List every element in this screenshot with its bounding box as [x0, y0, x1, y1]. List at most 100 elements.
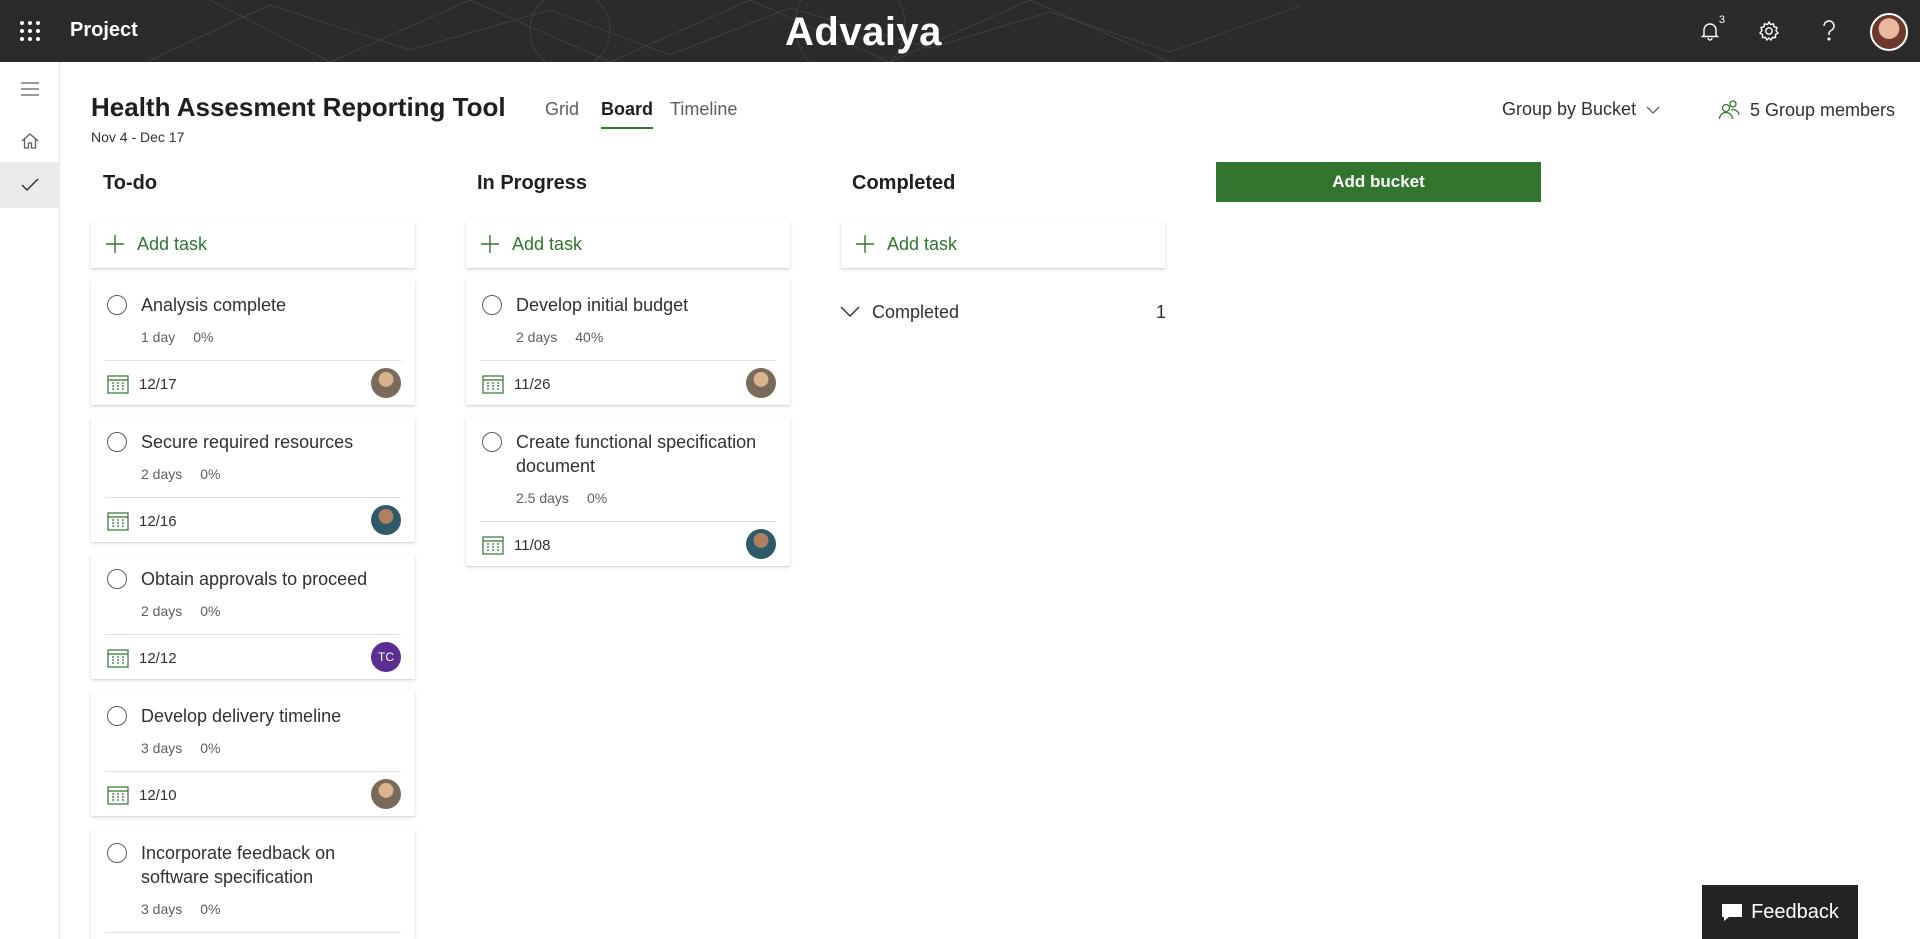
add-task-label: Add task: [137, 233, 208, 254]
complete-task-checkbox[interactable]: [107, 843, 127, 863]
calendar-icon: [107, 512, 129, 531]
add-task-button-in-progress[interactable]: Add task: [466, 220, 790, 268]
left-rail: [0, 62, 60, 939]
bucket-title-in-progress[interactable]: In Progress: [477, 172, 587, 195]
task-meta: 2.5 days 0%: [516, 490, 607, 506]
card-divider: [105, 771, 401, 772]
group-by-dropdown[interactable]: Group by Bucket: [1502, 99, 1660, 120]
task-title: Incorporate feedback on software specifi…: [141, 843, 336, 887]
task-title: Create functional specification document: [516, 432, 757, 476]
task-due-date: 11/26: [514, 376, 551, 393]
task-title: Develop delivery timeline: [141, 706, 342, 726]
task-card[interactable]: Incorporate feedback on software specifi…: [91, 828, 415, 939]
tab-grid[interactable]: Grid: [545, 99, 579, 120]
task-card[interactable]: Analysis complete 1 day 0% 12/17: [91, 280, 415, 405]
task-card[interactable]: Secure required resources 2 days 0% 12/1…: [91, 417, 415, 542]
settings-button[interactable]: [1752, 14, 1786, 48]
gear-icon: [1758, 20, 1780, 42]
card-divider: [105, 634, 401, 635]
tab-timeline[interactable]: Timeline: [670, 99, 737, 120]
task-due-date: 11/08: [514, 537, 551, 554]
menu-toggle-button[interactable]: [0, 66, 60, 112]
complete-task-checkbox[interactable]: [107, 295, 127, 315]
tab-board[interactable]: Board: [601, 99, 654, 129]
task-meta: 1 day 0%: [141, 329, 213, 345]
chevron-down-icon: [840, 306, 860, 317]
task-due-date: 12/10: [139, 787, 177, 804]
app-launcher-icon[interactable]: [0, 0, 60, 62]
people-icon: [1718, 100, 1740, 120]
task-card[interactable]: Develop delivery timeline 3 days 0% 12/1…: [91, 691, 415, 816]
chat-bubble-icon: [1722, 904, 1743, 921]
user-avatar[interactable]: [1870, 13, 1908, 51]
completed-tasks-toggle[interactable]: Completed 1: [840, 300, 1166, 324]
top-bar: Project Advaiya 3: [0, 0, 1920, 62]
assignee-avatar[interactable]: [746, 529, 776, 559]
assignee-avatar[interactable]: [371, 505, 401, 535]
task-progress: 40%: [575, 329, 604, 345]
card-divider: [480, 360, 776, 361]
card-divider: [480, 521, 776, 522]
task-progress: 0%: [200, 466, 221, 482]
task-card[interactable]: Create functional specification document…: [466, 417, 790, 566]
complete-task-checkbox[interactable]: [107, 569, 127, 589]
plus-icon: [106, 235, 124, 253]
task-progress: 0%: [200, 740, 221, 756]
question-mark-icon: [1823, 20, 1835, 41]
assignee-avatar[interactable]: [371, 779, 401, 809]
task-meta: 2 days 0%: [141, 603, 220, 619]
task-duration: 2.5 days: [516, 490, 569, 506]
bucket-title-completed[interactable]: Completed: [852, 172, 955, 195]
bucket-title-todo[interactable]: To-do: [103, 172, 157, 195]
plan-title: Health Assesment Reporting Tool: [91, 92, 506, 122]
task-meta: 3 days 0%: [141, 740, 220, 756]
plus-icon: [481, 235, 499, 253]
complete-task-checkbox[interactable]: [107, 432, 127, 452]
task-duration: 2 days: [141, 603, 183, 619]
checkmark-icon: [21, 178, 39, 192]
task-duration: 1 day: [141, 329, 176, 345]
assignee-avatar[interactable]: [746, 368, 776, 398]
task-title: Secure required resources: [141, 432, 354, 452]
assignee-avatar[interactable]: [371, 368, 401, 398]
plan-dates: Nov 4 - Dec 17: [91, 129, 185, 145]
home-nav-button[interactable]: [0, 118, 60, 164]
task-due-date: 12/17: [139, 376, 177, 393]
assignee-avatar-initials[interactable]: TC: [371, 642, 401, 672]
complete-task-checkbox[interactable]: [482, 432, 502, 452]
task-card[interactable]: Develop initial budget 2 days 40% 11/26: [466, 280, 790, 405]
group-members-button[interactable]: 5 Group members: [1718, 99, 1895, 121]
tasks-nav-button[interactable]: [0, 162, 60, 208]
header-mesh-decoration: [150, 0, 1300, 62]
task-duration: 3 days: [141, 740, 183, 756]
task-due-date: 12/16: [139, 513, 177, 530]
task-duration: 2 days: [516, 329, 558, 345]
task-duration: 3 days: [141, 901, 183, 917]
task-progress: 0%: [200, 603, 221, 619]
home-icon: [21, 133, 39, 149]
app-name[interactable]: Project: [70, 19, 138, 42]
chevron-down-icon: [1646, 106, 1660, 114]
task-progress: 0%: [200, 901, 221, 917]
add-bucket-button[interactable]: Add bucket: [1216, 162, 1541, 202]
complete-task-checkbox[interactable]: [482, 295, 502, 315]
complete-task-checkbox[interactable]: [107, 706, 127, 726]
task-meta: 3 days 0%: [141, 901, 220, 917]
task-duration: 2 days: [141, 466, 183, 482]
task-progress: 0%: [193, 329, 214, 345]
task-card[interactable]: Obtain approvals to proceed 2 days 0% 12…: [91, 554, 415, 679]
group-by-label: Group by Bucket: [1502, 99, 1637, 119]
add-task-label: Add task: [887, 233, 958, 254]
add-task-label: Add task: [512, 233, 583, 254]
add-task-button-todo[interactable]: Add task: [91, 220, 415, 268]
task-progress: 0%: [586, 490, 608, 506]
add-task-button-completed[interactable]: Add task: [841, 220, 1165, 268]
calendar-icon: [107, 649, 129, 668]
feedback-button[interactable]: Feedback: [1702, 885, 1858, 939]
hamburger-icon: [21, 82, 39, 96]
completed-tasks-label: Completed: [872, 301, 960, 322]
task-title: Develop initial budget: [516, 295, 689, 315]
help-button[interactable]: [1812, 14, 1846, 48]
notifications-button[interactable]: 3: [1693, 14, 1727, 48]
brand-logo: Advaiya: [785, 10, 942, 54]
